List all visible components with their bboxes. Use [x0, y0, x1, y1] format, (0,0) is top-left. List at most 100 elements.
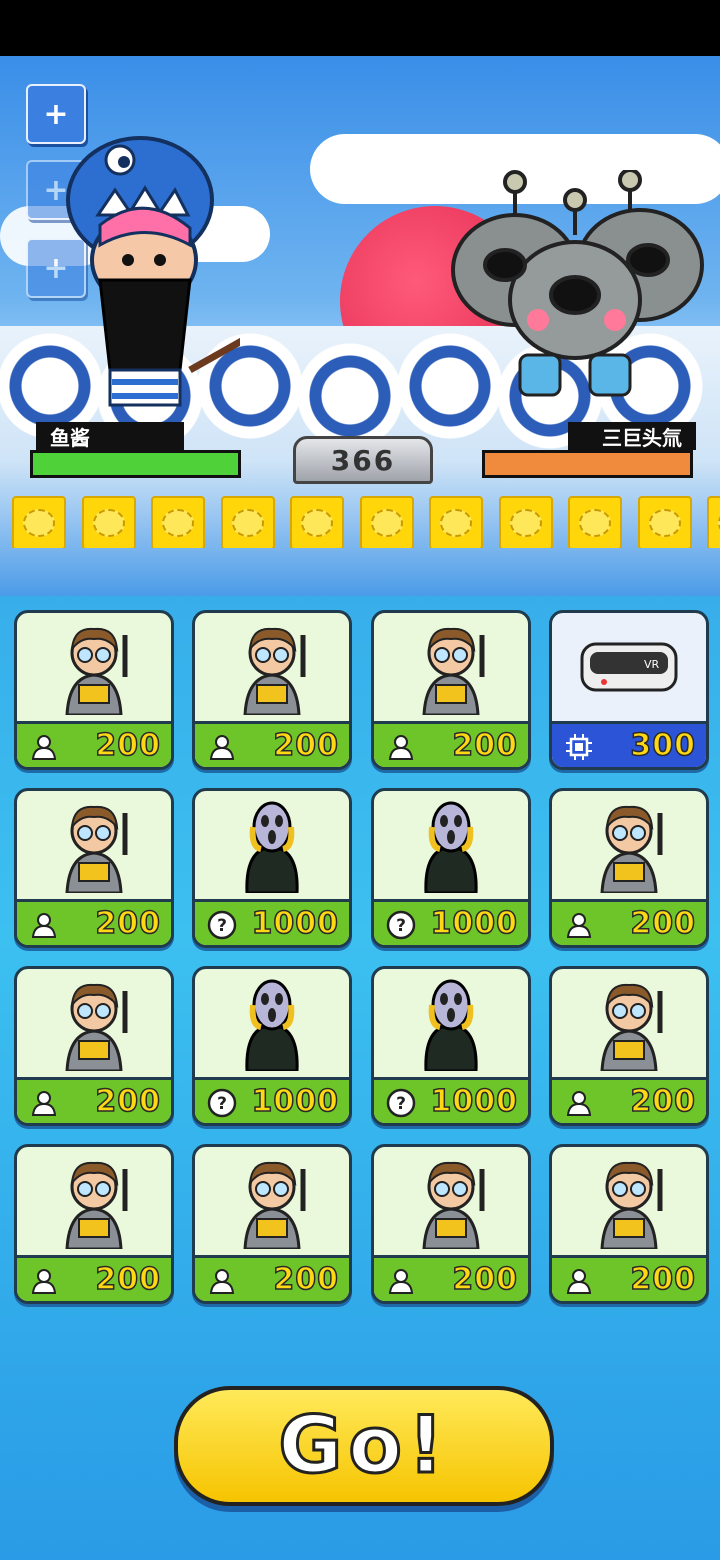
card-price-bar: 200: [195, 1255, 349, 1301]
scientist-art: [17, 791, 171, 899]
scientist-art: [552, 1147, 706, 1255]
scientist-art: [374, 613, 528, 721]
card-price: 200: [95, 905, 161, 942]
coin-icon: [579, 509, 611, 537]
scream-figure-art: [195, 791, 349, 899]
card-price-bar: 200: [17, 899, 171, 945]
coin-slot: [498, 496, 553, 548]
scream-figure-art: [374, 969, 528, 1077]
person-icon: [29, 910, 59, 940]
coin-icon: [23, 509, 55, 537]
coin-slot: [290, 496, 344, 548]
scientist-art: [17, 969, 171, 1077]
question-icon: ?: [207, 910, 237, 940]
scientist-art: [374, 1147, 528, 1255]
coin-slot: [429, 496, 483, 548]
question-icon: ?: [386, 910, 416, 940]
coin-icon: [301, 509, 333, 537]
card-price-bar: ? 1000: [374, 899, 528, 945]
card-price-bar: 200: [17, 721, 171, 767]
card-price: 1000: [251, 1083, 339, 1120]
unit-card[interactable]: VR 300: [549, 610, 709, 770]
unit-card[interactable]: 200: [371, 1144, 531, 1304]
score-counter: 366: [293, 436, 433, 484]
enemy-name: 三巨头氚: [568, 422, 696, 450]
unit-card[interactable]: 200: [192, 1144, 352, 1304]
enemy-alien-trio: [451, 170, 704, 397]
question-icon: ?: [386, 1088, 416, 1118]
coin-slot: [12, 496, 66, 548]
unit-card[interactable]: 200: [371, 610, 531, 770]
unit-card[interactable]: 200: [14, 788, 174, 948]
svg-text:?: ?: [217, 916, 227, 936]
card-price: 200: [95, 727, 161, 764]
coin-row: [12, 496, 720, 548]
card-price-bar: 200: [552, 899, 706, 945]
card-price: 200: [273, 727, 339, 764]
svg-text:?: ?: [396, 1094, 406, 1114]
unit-card[interactable]: 200: [14, 610, 174, 770]
card-price-bar: ? 1000: [195, 899, 349, 945]
person-icon: [386, 1266, 416, 1296]
coin-slot: [151, 496, 205, 548]
unit-card[interactable]: 200: [549, 966, 709, 1126]
question-icon: ?: [207, 1088, 237, 1118]
unit-card[interactable]: 200: [549, 1144, 709, 1304]
card-price: 1000: [430, 1083, 518, 1120]
go-button[interactable]: Go!: [174, 1386, 554, 1506]
unit-card[interactable]: ? 1000: [192, 966, 352, 1126]
player-name: 鱼酱: [36, 422, 184, 450]
card-price-bar: 200: [374, 1255, 528, 1301]
unit-card[interactable]: ? 1000: [371, 788, 531, 948]
unit-card[interactable]: 200: [14, 966, 174, 1126]
card-price: 200: [630, 1083, 696, 1120]
person-icon: [29, 732, 59, 762]
card-price: 200: [630, 905, 696, 942]
card-price: 200: [630, 1261, 696, 1298]
enemy-hp-fill: [485, 453, 690, 475]
go-button-label: Go!: [277, 1400, 450, 1493]
card-price-bar: ? 1000: [374, 1077, 528, 1123]
card-price-bar: 200: [374, 721, 528, 767]
card-price: 300: [630, 727, 696, 764]
coin-slot: [81, 496, 136, 548]
card-price-bar: 200: [17, 1077, 171, 1123]
enemy-status: 三巨头氚: [478, 422, 696, 478]
person-icon: [564, 1266, 594, 1296]
coin-icon: [162, 509, 194, 537]
player-status: 鱼酱: [30, 422, 245, 478]
card-price: 200: [95, 1083, 161, 1120]
scientist-art: [552, 791, 706, 899]
coin-slot: [220, 496, 275, 548]
coin-slot: [707, 496, 720, 548]
unit-card[interactable]: ? 1000: [371, 966, 531, 1126]
scream-figure-art: [195, 969, 349, 1077]
coin-icon: [92, 509, 125, 537]
card-price: 1000: [251, 905, 339, 942]
vr-headset-art: VR: [552, 613, 706, 721]
unit-card[interactable]: ? 1000: [192, 788, 352, 948]
card-price-bar: 200: [17, 1255, 171, 1301]
coin-icon: [648, 509, 681, 537]
unit-card[interactable]: 200: [14, 1144, 174, 1304]
card-price-bar: ? 1000: [195, 1077, 349, 1123]
card-price: 200: [95, 1261, 161, 1298]
person-icon: [564, 1088, 594, 1118]
card-price-bar: 200: [552, 1255, 706, 1301]
scientist-art: [552, 969, 706, 1077]
card-price: 1000: [430, 905, 518, 942]
card-price-bar: 200: [195, 721, 349, 767]
svg-text:?: ?: [217, 1094, 227, 1114]
unit-card[interactable]: 200: [192, 610, 352, 770]
unit-card[interactable]: 200: [549, 788, 709, 948]
coin-slot: [359, 496, 414, 548]
coin-icon: [509, 509, 542, 537]
person-icon: [29, 1266, 59, 1296]
scientist-art: [195, 613, 349, 721]
scientist-art: [195, 1147, 349, 1255]
card-price: 200: [273, 1261, 339, 1298]
person-icon: [29, 1088, 59, 1118]
svg-text:VR: VR: [644, 658, 660, 671]
status-bar: [0, 0, 720, 56]
card-price: 200: [452, 1261, 518, 1298]
